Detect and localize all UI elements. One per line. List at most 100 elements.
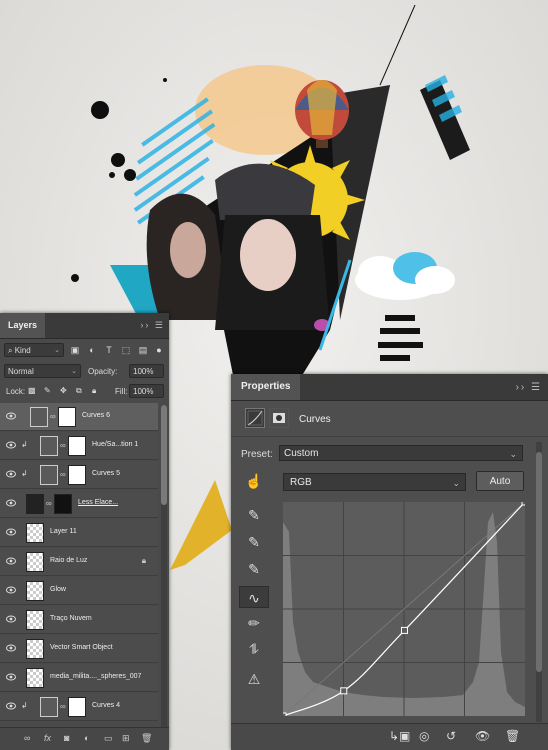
eye-icon[interactable] bbox=[6, 557, 16, 565]
clip-to-layer-icon[interactable]: ↳▣ bbox=[389, 729, 410, 743]
fill-input[interactable]: 100% bbox=[129, 384, 164, 398]
layer-name: Hue/Sa...tion 1 bbox=[92, 441, 139, 448]
chevron-down-icon: ⌄ bbox=[509, 449, 517, 459]
layer-row[interactable]: Raio de Luz 🔒︎ bbox=[0, 548, 158, 576]
tab-properties[interactable]: Properties bbox=[231, 374, 301, 400]
properties-scrollbar[interactable] bbox=[536, 442, 542, 722]
eye-icon[interactable] bbox=[6, 615, 16, 623]
auto-button[interactable]: Auto bbox=[476, 471, 524, 491]
fx-icon[interactable]: fx bbox=[44, 733, 51, 743]
folder-icon[interactable]: ▭ bbox=[104, 733, 113, 744]
layer-row[interactable]: Vector Smart Object bbox=[0, 635, 158, 663]
panel-menu-icon[interactable]: ›› ☰ bbox=[140, 320, 165, 331]
smooth-curve-icon[interactable]: ⥮ bbox=[239, 638, 269, 660]
lock-position-icon[interactable]: ✥ bbox=[60, 386, 67, 395]
layer-thumbnail bbox=[26, 610, 44, 630]
edit-points-curve-icon[interactable]: ∿ bbox=[239, 586, 269, 608]
layers-tab-bar: Layers ›› ☰ bbox=[0, 313, 169, 339]
link-icon[interactable]: ∞ bbox=[24, 733, 30, 743]
adjustment-filter-icon[interactable]: ◐ bbox=[87, 345, 97, 355]
smart-object-filter-icon[interactable]: ▤ bbox=[138, 345, 148, 355]
curve-graph[interactable] bbox=[283, 502, 525, 716]
curve-control-point[interactable] bbox=[340, 687, 348, 695]
mask-icon[interactable]: ◙ bbox=[64, 733, 69, 743]
blend-mode-select[interactable]: Normal ⌄ bbox=[4, 364, 81, 378]
layer-list: ∞ Curves 6 ↲ ∞ Hue/Sa...tion 1 ↲ ∞ Curve… bbox=[0, 403, 158, 740]
trash-icon[interactable]: 🗑︎ bbox=[141, 733, 152, 744]
layer-row[interactable]: ↲ ∞ Curves 4 bbox=[0, 693, 158, 721]
layer-thumbnail bbox=[26, 581, 44, 601]
chain-link-icon[interactable]: ∞ bbox=[50, 412, 56, 421]
gray-point-eyedropper-icon[interactable]: ✎ bbox=[239, 531, 269, 553]
eye-icon[interactable]: 👁︎ bbox=[475, 729, 490, 743]
clipping-warning-icon[interactable]: ⚠ bbox=[239, 668, 269, 690]
chevron-down-icon: ⌄ bbox=[54, 347, 60, 354]
layers-scrollbar[interactable] bbox=[161, 405, 167, 735]
layer-row[interactable]: Glow bbox=[0, 577, 158, 605]
layer-row[interactable]: ↲ ∞ Hue/Sa...tion 1 bbox=[0, 432, 158, 460]
curve-control-point[interactable] bbox=[521, 502, 525, 506]
chain-link-icon[interactable]: ∞ bbox=[60, 441, 66, 450]
chain-link-icon[interactable]: ∞ bbox=[46, 499, 52, 508]
scrollbar-thumb[interactable] bbox=[161, 405, 167, 505]
eye-icon[interactable] bbox=[6, 586, 16, 594]
opacity-input[interactable]: 100% bbox=[129, 364, 164, 378]
new-layer-icon[interactable]: ⊞ bbox=[122, 733, 130, 744]
smart-object-thumbnail bbox=[26, 639, 44, 659]
trash-icon[interactable]: 🗑︎ bbox=[505, 729, 520, 743]
pencil-draw-icon[interactable]: ✏ bbox=[239, 612, 269, 634]
chain-link-icon[interactable]: ∞ bbox=[60, 702, 66, 711]
eye-icon[interactable] bbox=[6, 499, 16, 507]
layers-footer: ∞ fx ◙ ◐ ▭ ⊞ 🗑︎ bbox=[0, 727, 169, 750]
eye-icon[interactable] bbox=[6, 528, 16, 536]
kind-filter-select[interactable]: ⌕ Kind ⌄ bbox=[4, 343, 64, 357]
eye-icon[interactable] bbox=[6, 412, 16, 420]
eye-icon[interactable] bbox=[6, 644, 16, 652]
curves-adjustment-icon[interactable] bbox=[245, 408, 265, 428]
view-previous-state-icon[interactable]: ◎ bbox=[419, 729, 429, 743]
preset-select[interactable]: Custom ⌄ bbox=[279, 445, 523, 461]
search-icon: ⌕ bbox=[8, 346, 15, 355]
eye-icon[interactable] bbox=[6, 470, 16, 478]
lock-artboard-icon[interactable]: ⧉ bbox=[76, 386, 82, 396]
mask-thumbnail bbox=[68, 697, 86, 717]
clipping-arrow-icon: ↲ bbox=[21, 701, 28, 710]
chain-link-icon[interactable]: ∞ bbox=[60, 470, 66, 479]
curve-control-point[interactable] bbox=[283, 712, 287, 716]
scrollbar-thumb[interactable] bbox=[536, 452, 542, 672]
curve-graph-svg[interactable] bbox=[283, 502, 525, 716]
lock-image-icon[interactable]: ✎ bbox=[44, 386, 51, 395]
eye-icon[interactable] bbox=[6, 441, 16, 449]
pixel-filter-icon[interactable]: ▣ bbox=[70, 345, 80, 355]
adjustment-icon[interactable]: ◐ bbox=[84, 733, 89, 743]
on-image-adjust-icon[interactable]: ☝ bbox=[239, 470, 269, 492]
curve-control-point[interactable] bbox=[400, 626, 408, 634]
layer-row[interactable]: ↲ ∞ Curves 5 bbox=[0, 461, 158, 489]
tab-layers[interactable]: Layers bbox=[0, 313, 46, 338]
mask-thumbnail bbox=[68, 465, 86, 485]
channel-select[interactable]: RGB ⌄ bbox=[283, 473, 466, 491]
eye-icon[interactable] bbox=[6, 673, 16, 681]
shape-filter-icon[interactable]: ⬚ bbox=[121, 345, 131, 355]
filter-toggle-icon[interactable]: ● bbox=[154, 345, 164, 355]
layer-row[interactable]: Traço Nuvem bbox=[0, 606, 158, 634]
eye-icon[interactable] bbox=[6, 702, 16, 710]
layer-row[interactable]: Layer 11 bbox=[0, 519, 158, 547]
layer-name: Vector Smart Object bbox=[50, 644, 113, 651]
channel-value: RGB bbox=[290, 477, 312, 488]
black-point-eyedropper-icon[interactable]: ✎ bbox=[239, 504, 269, 526]
lock-transparent-icon[interactable]: ▩ bbox=[28, 386, 36, 395]
layer-row[interactable]: media_milita...._spheres_007 bbox=[0, 664, 158, 692]
panel-menu-icon[interactable]: ›› ☰ bbox=[516, 382, 542, 393]
opacity-value: 100% bbox=[133, 367, 154, 376]
type-filter-icon[interactable]: T bbox=[104, 345, 114, 355]
layer-row[interactable]: ∞ Curves 6 bbox=[0, 403, 158, 431]
layers-panel: Layers ›› ☰ ⌕ Kind ⌄ ▣ ◐ T ⬚ ▤ ● Normal … bbox=[0, 313, 169, 750]
white-point-eyedropper-icon[interactable]: ✎ bbox=[239, 558, 269, 580]
reset-icon[interactable]: ↺ bbox=[446, 729, 456, 743]
lock-all-icon[interactable]: 🔒︎ bbox=[92, 386, 96, 396]
lock-row: Lock: ▩ ✎ ✥ ⧉ 🔒︎ Fill: 100% bbox=[0, 384, 169, 402]
layer-row[interactable]: ∞ Less Elace... bbox=[0, 490, 158, 518]
mask-thumbnail bbox=[68, 436, 86, 456]
mask-icon[interactable] bbox=[269, 408, 289, 428]
